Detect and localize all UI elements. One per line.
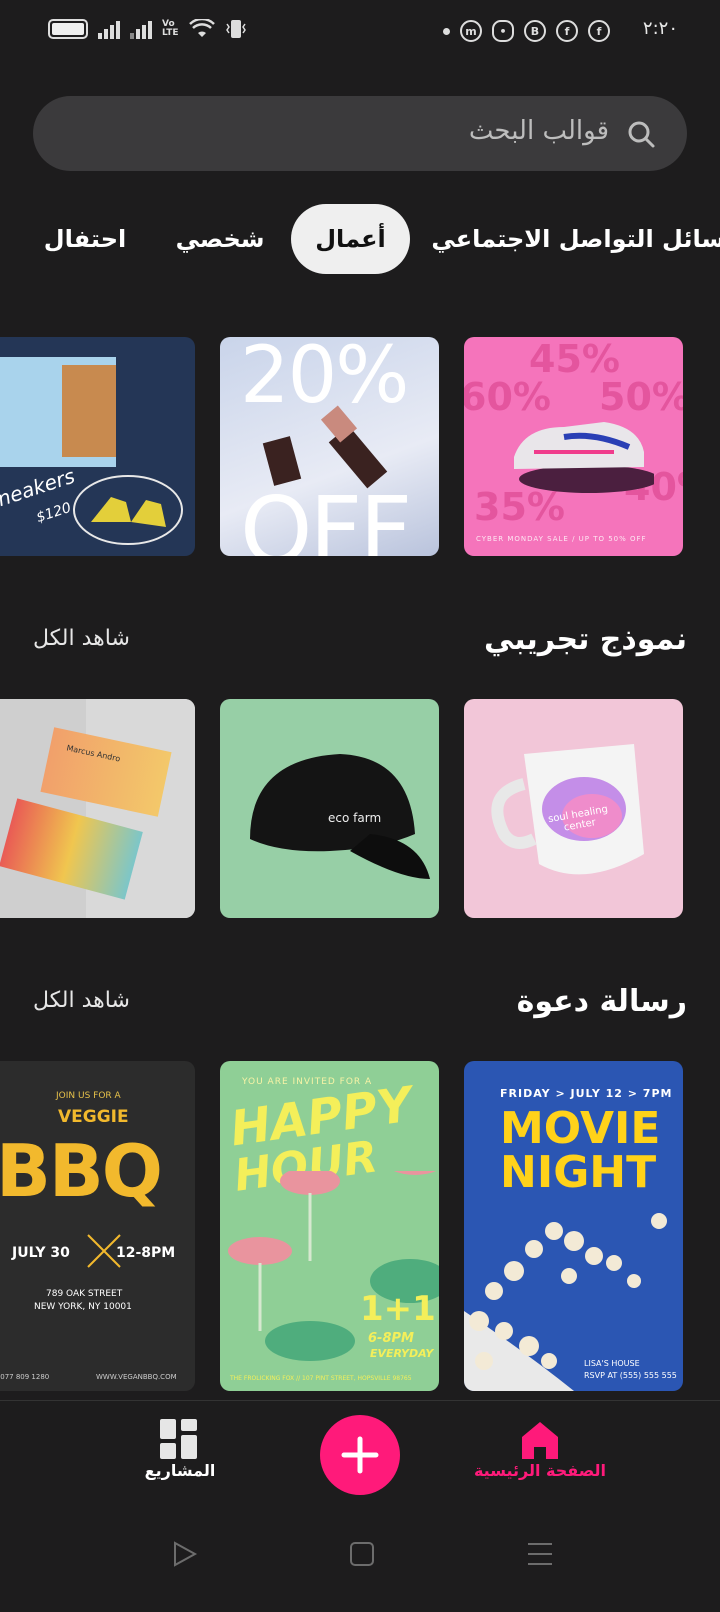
card-text: F 077 809 1280 <box>0 1373 50 1381</box>
volte-icon: Vo LTE <box>162 19 179 38</box>
bottom-navigation: الصفحة الرئيسية المشاريع <box>0 1400 720 1509</box>
create-new-button[interactable] <box>320 1415 400 1495</box>
lipstick-image <box>262 405 388 489</box>
mug-mockup-template[interactable]: soul healing center <box>464 699 683 918</box>
card-text: 6-8PM <box>368 1331 414 1346</box>
search-bar[interactable]: قوالب البحث <box>33 96 687 171</box>
card-text: $120 <box>34 499 74 527</box>
card-text: CYBER MONDAY SALE / UP TO 50% OFF <box>476 535 647 543</box>
facebook-icon-2: f <box>588 20 610 42</box>
card-text: WWW.VEGANBBQ.COM <box>96 1373 177 1381</box>
lipstick-20-off-template[interactable]: 20% OFF <box>220 337 439 556</box>
nav-home-label: الصفحة الرئيسية <box>473 1461 607 1480</box>
tab-business[interactable]: أعمال <box>291 204 410 274</box>
facebook-icon: f <box>556 20 578 42</box>
status-left-icons: Vo LTE <box>48 18 247 40</box>
nav-home[interactable]: الصفحة الرئيسية <box>460 1401 620 1509</box>
nav-projects[interactable]: المشاريع <box>100 1401 260 1509</box>
card-text: 789 OAK STREET <box>46 1289 123 1299</box>
business-card-mockup-template[interactable]: Marcus Andro <box>0 699 195 918</box>
card-text: BBQ <box>0 1129 163 1213</box>
home-square-icon[interactable] <box>349 1541 375 1567</box>
section-title-invitation: رسالة دعوة <box>516 984 687 1019</box>
tab-personal[interactable]: شخصي <box>170 204 270 274</box>
card-text: EVERYDAY <box>370 1347 434 1360</box>
signal-icon-1 <box>98 19 120 39</box>
sneaker-sale-template[interactable]: 45% 50% 60% 35% 40% CYBER MONDAY SALE / … <box>464 337 683 556</box>
card-text: JOIN US FOR A <box>56 1091 121 1101</box>
card-text: LISA'S HOUSE <box>584 1359 640 1368</box>
section-title-mockup: نموذج تجريبي <box>483 622 687 657</box>
vibrate-icon <box>225 20 246 38</box>
cabinet-door <box>62 365 116 457</box>
notification-icons: m • B f f <box>443 20 610 42</box>
card-text: FRIDAY > JULY 12 > 7PM <box>500 1087 673 1100</box>
grid-icon <box>160 1419 197 1459</box>
veggie-bbq-template[interactable]: JOIN US FOR A VEGGIE BBQ JULY 30 12-8PM … <box>0 1061 195 1391</box>
tab-celebration[interactable]: احتفال <box>40 204 130 274</box>
popcorn-image <box>464 1213 667 1391</box>
shoe-circle <box>73 475 183 545</box>
card-text: NIGHT <box>500 1147 657 1198</box>
system-navigation-bar <box>0 1510 720 1612</box>
card-text: eco farm <box>328 811 382 825</box>
search-placeholder: قوالب البحث <box>468 116 609 146</box>
back-icon[interactable] <box>172 1540 198 1568</box>
sneakers-cabinet-template[interactable]: sneakers $120 <box>0 337 195 556</box>
card-text: 12-8PM <box>116 1245 176 1261</box>
card-text: MOVIE <box>500 1103 661 1154</box>
see-all-invitation-link[interactable]: شاهد الكل <box>33 988 130 1013</box>
plus-icon <box>341 1436 379 1474</box>
card-text: THE FROLICKING FOX // 107 PINT STREET, H… <box>230 1375 412 1382</box>
status-time: ٢:٢٠ <box>642 18 678 39</box>
menu-icon[interactable] <box>527 1541 553 1567</box>
home-icon <box>522 1422 558 1459</box>
card-text: 1+1 <box>360 1289 436 1329</box>
dot-icon <box>443 27 450 35</box>
movie-night-template[interactable]: FRIDAY > JULY 12 > 7PM MOVIE NIGHT LISA'… <box>464 1061 683 1391</box>
tab-social-media[interactable]: وسائل التواصل الاجتماعي <box>431 204 720 274</box>
category-tabs: وسائل التواصل الاجتماعي أعمال شخصي احتفا… <box>0 204 720 274</box>
chat-icon: • <box>492 20 514 42</box>
status-bar: Vo LTE m • B f f ٢:٢٠ <box>0 0 720 64</box>
happy-hour-template[interactable]: YOU ARE INVITED FOR A HAPPY HOUR 1+1 6-8… <box>220 1061 439 1391</box>
card-text: JULY 30 <box>12 1245 70 1261</box>
cap-mockup-template[interactable]: eco farm <box>220 699 439 918</box>
card-text: NEW YORK, NY 10001 <box>34 1302 132 1312</box>
signal-icon-2 <box>130 19 152 39</box>
card-text: VEGGIE <box>58 1107 129 1127</box>
search-icon <box>628 121 655 148</box>
wifi-icon <box>188 19 215 37</box>
b-app-icon: B <box>524 20 546 42</box>
see-all-mockup-link[interactable]: شاهد الكل <box>33 626 130 651</box>
battery-icon <box>48 19 88 39</box>
messenger-icon: m <box>460 20 482 42</box>
nav-projects-label: المشاريع <box>144 1461 216 1480</box>
card-text: RSVP AT (555) 555 555 <box>584 1371 677 1380</box>
sneaker-image <box>514 422 654 493</box>
